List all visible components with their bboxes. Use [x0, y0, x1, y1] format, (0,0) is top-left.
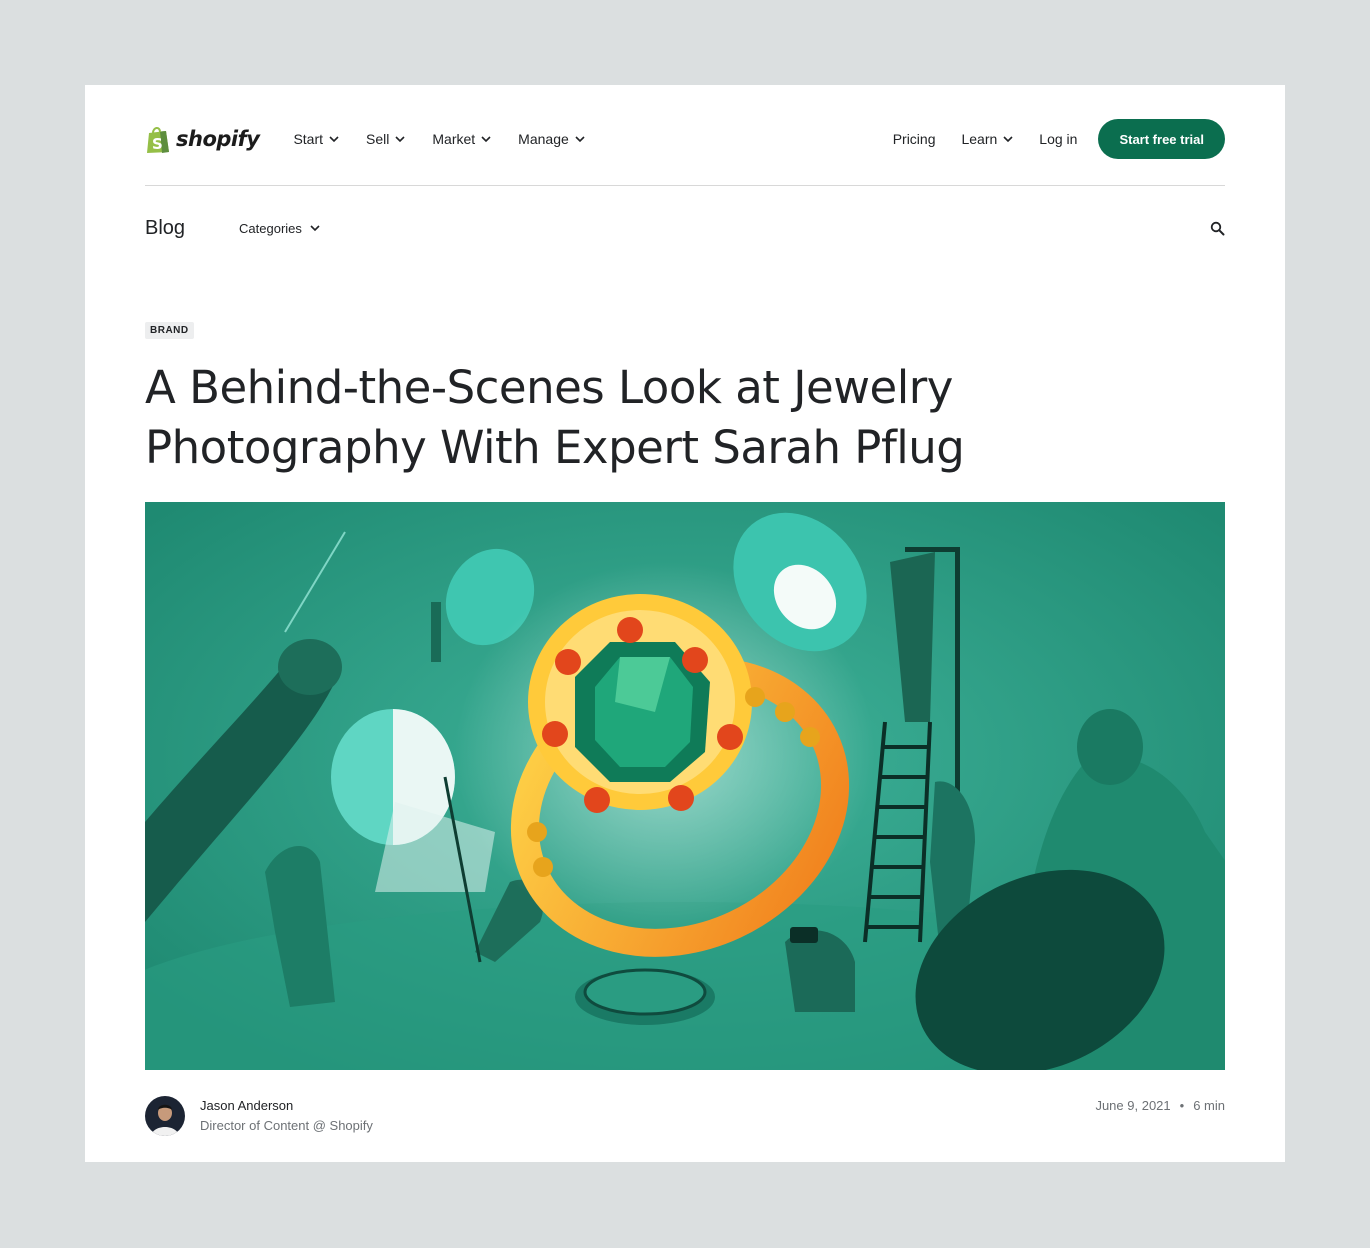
nav-pricing[interactable]: Pricing [893, 131, 936, 147]
chevron-down-icon [1003, 136, 1013, 143]
nav-learn-label: Learn [961, 131, 998, 147]
meta-separator: • [1179, 1098, 1185, 1113]
nav-market-label: Market [432, 131, 476, 147]
author-avatar[interactable] [145, 1096, 185, 1136]
author-name[interactable]: Jason Anderson [200, 1098, 373, 1113]
publish-date: June 9, 2021 [1095, 1098, 1171, 1113]
article-meta: June 9, 2021 • 6 min [1095, 1098, 1225, 1113]
nav-manage[interactable]: Manage [518, 131, 585, 147]
article-title: A Behind-the-Scenes Look at Jewelry Phot… [145, 361, 965, 474]
categories-dropdown[interactable]: Categories [239, 221, 320, 236]
category-tag[interactable]: BRAND [145, 322, 194, 339]
logo-wordmark: shopify [176, 127, 260, 151]
header-divider [145, 185, 1225, 186]
article-card: S shopify Start Sell Market Manage Prici… [85, 85, 1285, 1162]
chevron-down-icon [481, 136, 491, 143]
nav-start[interactable]: Start [293, 131, 339, 147]
author-info: Jason Anderson Director of Content @ Sho… [200, 1096, 373, 1133]
author-role: Director of Content @ Shopify [200, 1118, 373, 1133]
read-time: 6 min [1193, 1098, 1225, 1113]
svg-text:S: S [152, 135, 163, 153]
hero-illustration [145, 502, 1225, 1070]
nav-manage-label: Manage [518, 131, 569, 147]
chevron-down-icon [329, 136, 339, 143]
search-icon [1210, 221, 1225, 235]
hero-image [145, 502, 1225, 1070]
nav-pricing-label: Pricing [892, 131, 936, 147]
nav-login-label: Log in [1039, 131, 1078, 147]
start-free-trial-button[interactable]: Start free trial [1098, 119, 1225, 159]
nav-learn[interactable]: Learn [961, 131, 1013, 147]
nav-right-group: Pricing Learn Log in Start free trial [867, 119, 1225, 159]
nav-sell[interactable]: Sell [366, 131, 405, 147]
shopify-logo[interactable]: S shopify [145, 124, 260, 154]
search-button[interactable] [1210, 221, 1225, 236]
nav-start-label: Start [293, 131, 324, 147]
author-photo [145, 1096, 185, 1136]
blog-title[interactable]: Blog [145, 217, 185, 240]
shopping-bag-icon: S [147, 127, 169, 153]
chevron-down-icon [395, 136, 405, 143]
author-row: Jason Anderson Director of Content @ Sho… [145, 1096, 1225, 1138]
nav-login[interactable]: Log in [1039, 131, 1077, 147]
categories-label: Categories [239, 220, 302, 236]
nav-market[interactable]: Market [432, 131, 491, 147]
chevron-down-icon [310, 225, 320, 232]
blog-navigation: Blog Categories [145, 205, 1225, 251]
nav-sell-label: Sell [366, 131, 390, 147]
chevron-down-icon [575, 136, 585, 143]
top-navigation: S shopify Start Sell Market Manage Prici… [145, 113, 1225, 165]
